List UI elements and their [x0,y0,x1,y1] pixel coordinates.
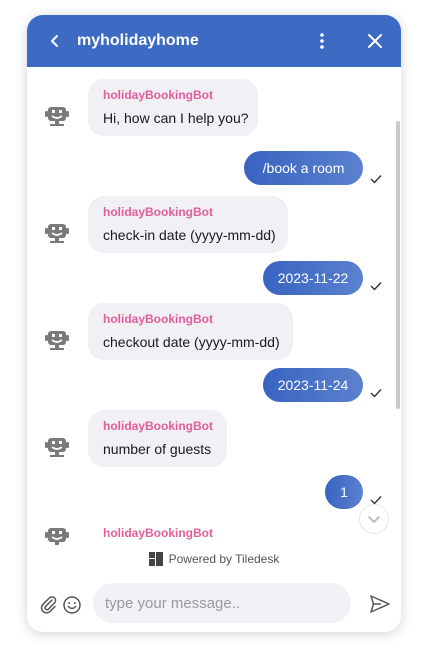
close-icon[interactable] [365,31,385,51]
bot-avatar-icon [45,438,69,457]
bot-name: holidayBookingBot [103,205,213,219]
bot-avatar-icon [45,107,69,126]
user-message: 2023-11-24 [263,368,363,402]
chevron-down-icon [368,516,380,523]
bot-message-text: Hi, how can I help you? [103,110,249,126]
bot-name: holidayBookingBot [103,88,213,102]
bot-avatar-icon [45,224,69,243]
bot-name: holidayBookingBot [103,419,213,433]
scroll-to-bottom-button[interactable] [359,504,389,534]
tiledesk-logo-icon [148,552,163,566]
sent-check-icon [370,282,382,291]
chat-title: myholidayhome [77,32,199,49]
bot-name: holidayBookingBot [103,312,213,326]
bot-avatar-icon [45,331,69,350]
sent-check-icon [370,175,382,184]
bot-avatar-icon [45,528,69,545]
user-message: /book a room [244,151,363,185]
bot-message: holidayBookingBot number of guests [88,410,227,467]
bot-message-text: checkout date (yyyy-mm-dd) [103,334,280,350]
send-icon[interactable] [369,593,391,615]
chat-widget: myholidayhome holidayBookingBot Hi, how … [27,15,401,632]
bot-name: holidayBookingBot [103,526,213,540]
bot-message: holidayBookingBot check-in date (yyyy-mm… [88,196,288,253]
chat-header: myholidayhome [27,15,401,67]
powered-by-text: Powered by Tiledesk [168,552,280,566]
user-message: 2023-11-22 [263,261,363,295]
scrollbar-thumb[interactable] [396,121,400,409]
emoji-icon[interactable] [62,595,82,615]
bot-message-text: number of guests [103,441,212,457]
paperclip-icon[interactable] [38,594,58,614]
back-arrow-icon[interactable] [45,31,65,51]
bot-message-text: check-in date (yyyy-mm-dd) [103,227,276,243]
message-list[interactable]: holidayBookingBot Hi, how can I help you… [27,67,401,545]
user-message: 1 [325,475,363,509]
bot-message: holidayBookingBot Hi, how can I help you… [88,79,258,136]
message-input[interactable] [93,583,351,623]
bot-message: holidayBookingBot checkout date (yyyy-mm… [88,303,293,360]
sent-check-icon [370,389,382,398]
more-options-icon[interactable] [312,31,332,51]
powered-by[interactable]: Powered by Tiledesk [27,550,401,568]
